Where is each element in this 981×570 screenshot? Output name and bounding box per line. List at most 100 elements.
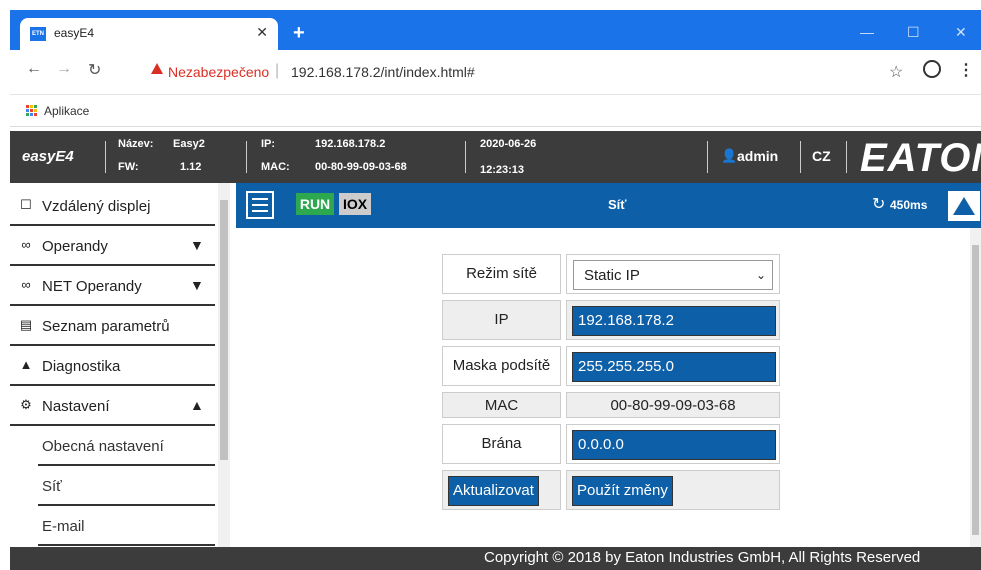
refresh-interval-icon[interactable]: ↻ <box>872 194 885 214</box>
glasses-icon: ∞ <box>21 237 31 252</box>
warning-icon: ▲ <box>19 357 33 372</box>
mode-select-cell: Static IP ⌄ <box>566 254 780 294</box>
sidebar-item-net-operands[interactable]: ∞ NET Operandy ▼ <box>10 267 215 306</box>
sidebar-scrollbar-thumb[interactable] <box>220 200 228 460</box>
user-name[interactable]: admin <box>737 148 778 164</box>
ip-input[interactable]: 192.168.178.2 <box>572 306 776 336</box>
apps-grid-icon[interactable] <box>26 105 38 117</box>
ip-label: IP <box>494 311 509 328</box>
not-secure-label[interactable]: Nezabezpečeno <box>168 64 269 80</box>
run-status-badge[interactable]: RUN <box>296 193 334 215</box>
firmware-value: 1.12 <box>180 161 202 173</box>
mask-label: Maska podsítě <box>452 357 551 374</box>
sidebar-subitem-email[interactable]: E-mail <box>38 507 215 546</box>
refresh-interval-label[interactable]: 450ms <box>890 198 927 212</box>
header-divider <box>246 141 247 173</box>
main-toolbar: RUN IOX Síť ↻ 450ms <box>236 183 981 228</box>
sidebar-item-label: Vzdálený displej <box>42 198 151 215</box>
chevron-up-icon[interactable]: ▲ <box>190 397 204 413</box>
new-tab-button[interactable]: + <box>293 22 305 45</box>
not-secure-warning-icon[interactable] <box>151 63 163 74</box>
collapse-up-button[interactable] <box>948 191 980 221</box>
reload-icon[interactable]: ↻ <box>88 60 101 80</box>
address-bar: ← → ↻ Nezabezpečeno | 192.168.178.2/int/… <box>10 50 981 95</box>
ip-field-cell: 192.168.178.2 <box>566 300 780 340</box>
copyright-text: Copyright © 2018 by Eaton Industries Gmb… <box>484 549 921 566</box>
network-mode-select[interactable]: Static IP ⌄ <box>573 260 773 290</box>
sidebar-item-label: Diagnostika <box>42 358 121 375</box>
ip-value: 192.168.178.2 <box>315 138 386 150</box>
mac-label: MAC <box>484 397 519 414</box>
back-icon[interactable]: ← <box>26 60 42 78</box>
url-field[interactable]: 192.168.178.2/int/index.html# <box>291 64 475 80</box>
device-name-value: Easy2 <box>173 138 205 150</box>
firmware-label: FW: <box>118 161 139 173</box>
sidebar-item-settings[interactable]: ⚙ Nastavení ▲ <box>10 387 215 426</box>
apps-bookmark[interactable]: Aplikace <box>44 104 89 118</box>
bookmarks-bar: Aplikace <box>10 95 981 127</box>
gateway-input[interactable]: 0.0.0.0 <box>572 430 776 460</box>
close-tab-icon[interactable]: ✕ <box>256 24 268 41</box>
mode-label: Režim sítě <box>466 265 537 282</box>
refresh-button-cell: Aktualizovat <box>442 470 561 510</box>
gateway-label-cell: Brána <box>442 424 561 464</box>
sidebar-item-label: Seznam parametrů <box>42 318 170 335</box>
device-name-label: Název: <box>118 138 154 150</box>
mask-label-cell: Maska podsítě <box>442 346 561 386</box>
sidebar-subitem-general-settings[interactable]: Obecná nastavení <box>38 427 215 466</box>
iox-status-badge[interactable]: IOX <box>339 193 371 215</box>
sidebar-item-diagnostics[interactable]: ▲ Diagnostika <box>10 347 215 386</box>
header-divider <box>800 141 801 173</box>
header-divider <box>707 141 708 173</box>
mac-value: 00-80-99-09-03-68 <box>610 397 736 414</box>
account-icon[interactable] <box>923 60 941 78</box>
bookmark-star-icon[interactable]: ☆ <box>889 62 903 82</box>
apply-changes-button[interactable]: Použít změny <box>572 476 673 506</box>
date-value: 2020-06-26 <box>480 138 537 150</box>
url-separator: | <box>275 62 280 79</box>
app-header: easyE4 Název: Easy2 FW: 1.12 IP: 192.168… <box>10 131 981 183</box>
time-value: 12:23:13 <box>480 164 525 176</box>
main-scrollbar-thumb[interactable] <box>972 245 979 535</box>
chevron-down-icon: ⌄ <box>756 268 767 282</box>
network-mode-value: Static IP <box>584 267 640 284</box>
main-content: Režim sítě Static IP ⌄ IP 192.168.178.2 … <box>236 228 981 547</box>
apply-button-cell: Použít změny <box>566 470 780 510</box>
sidebar-subitem-label: E-mail <box>42 518 85 535</box>
mac-label-cell: MAC <box>442 392 561 418</box>
language-selector[interactable]: CZ <box>812 148 831 164</box>
close-window-icon[interactable]: ✕ <box>955 24 967 41</box>
maximize-icon[interactable]: ☐ <box>907 24 920 41</box>
eaton-logo: EATON <box>860 136 981 180</box>
sidebar-item-parameter-list[interactable]: ▤ Seznam parametrů <box>10 307 215 346</box>
header-divider <box>846 141 847 173</box>
sidebar-item-label: NET Operandy <box>42 278 142 295</box>
hamburger-menu-icon[interactable] <box>246 191 274 219</box>
eaton-favicon-icon: ETN <box>30 27 46 41</box>
mac-value-cell: 00-80-99-09-03-68 <box>566 392 780 418</box>
minimize-icon[interactable]: — <box>860 24 874 40</box>
sidebar-item-remote-display[interactable]: ☐ Vzdálený displej <box>10 187 215 226</box>
chevron-down-icon[interactable]: ▼ <box>190 277 204 293</box>
mask-field-cell: 255.255.255.0 <box>566 346 780 386</box>
browser-tab[interactable]: ETN easyE4 ✕ <box>20 18 278 50</box>
sidebar-subitem-label: Obecná nastavení <box>42 438 164 455</box>
sidebar-item-label: Operandy <box>42 238 108 255</box>
ip-label-cell: IP <box>442 300 561 340</box>
list-icon: ▤ <box>19 317 33 332</box>
chevron-down-icon[interactable]: ▼ <box>190 237 204 253</box>
subnet-mask-input[interactable]: 255.255.255.0 <box>572 352 776 382</box>
gear-icon: ⚙ <box>20 397 32 412</box>
mac-value: 00-80-99-09-03-68 <box>315 161 407 173</box>
forward-icon[interactable]: → <box>56 60 72 78</box>
sidebar-subitem-label: Síť <box>42 478 62 495</box>
sidebar-item-operands[interactable]: ∞ Operandy ▼ <box>10 227 215 266</box>
glasses-icon: ∞ <box>21 277 31 292</box>
tab-title: easyE4 <box>54 26 95 40</box>
header-divider <box>465 141 466 173</box>
sidebar-subitem-network[interactable]: Síť <box>38 467 215 506</box>
browser-menu-icon[interactable]: ⋮ <box>958 60 974 80</box>
sidebar: ☐ Vzdálený displej ∞ Operandy ▼ ∞ NET Op… <box>10 183 230 547</box>
refresh-button[interactable]: Aktualizovat <box>448 476 539 506</box>
ip-label: IP: <box>261 138 276 150</box>
